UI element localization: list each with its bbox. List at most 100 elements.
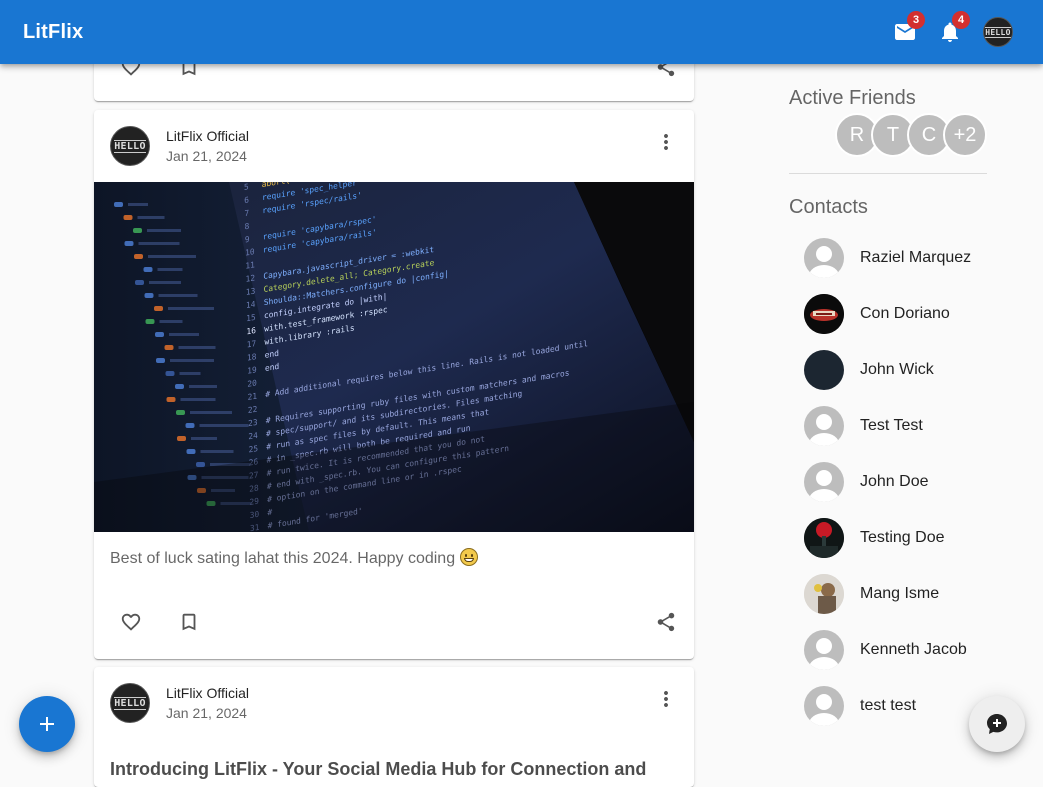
code-line-number: 8 bbox=[245, 222, 250, 232]
file-tree-icon bbox=[156, 358, 165, 363]
contact-name: Mang Isme bbox=[860, 585, 940, 602]
file-tree-icon bbox=[175, 384, 184, 389]
post-text: Best of luck sating lahat this 2024. Hap… bbox=[110, 548, 478, 569]
contact-avatar bbox=[804, 238, 844, 278]
file-tree-icon bbox=[135, 280, 144, 285]
code-line-number: 20 bbox=[247, 378, 257, 389]
file-tree-icon bbox=[114, 202, 123, 207]
contact-name: Raziel Marquez bbox=[860, 249, 972, 266]
code-line-number: 6 bbox=[244, 195, 249, 205]
file-tree-icon bbox=[134, 254, 143, 259]
contact-avatar bbox=[804, 294, 844, 334]
file-tree-icon bbox=[154, 306, 163, 311]
post-card: HELLO LitFlix Official Jan 21, 2024 5 6 … bbox=[94, 110, 694, 659]
contact-item[interactable]: Mang Isme bbox=[789, 566, 1029, 622]
share-button[interactable] bbox=[654, 610, 678, 634]
contact-avatar bbox=[804, 518, 844, 558]
contact-item[interactable]: Testing Doe bbox=[789, 510, 1029, 566]
post-author[interactable]: LitFlix Official bbox=[166, 126, 249, 146]
code-line-number: 12 bbox=[245, 273, 255, 284]
file-tree-icon bbox=[143, 267, 153, 272]
app-title[interactable]: LitFlix bbox=[23, 21, 83, 44]
post-card: HELLO LitFlix Official Jan 21, 2024 Intr… bbox=[94, 667, 694, 787]
file-tree-label bbox=[191, 437, 217, 440]
code-line-number: 18 bbox=[247, 352, 257, 363]
post-image[interactable]: 5abort("The Rails environment is running… bbox=[94, 182, 694, 532]
file-tree-label bbox=[137, 216, 165, 219]
heart-outline-icon bbox=[121, 613, 141, 631]
file-tree-label bbox=[158, 294, 198, 297]
file-tree-label bbox=[168, 307, 214, 310]
file-tree-label bbox=[148, 255, 196, 258]
account-button[interactable]: HELLO bbox=[980, 14, 1016, 50]
file-tree-label bbox=[179, 372, 201, 375]
file-tree-label bbox=[128, 203, 148, 206]
more-vertical-icon bbox=[664, 134, 668, 150]
active-friends-title: Active Friends bbox=[789, 87, 916, 109]
contact-item[interactable]: Con Doriano bbox=[789, 286, 1029, 342]
mail-button[interactable]: 3 bbox=[887, 11, 925, 50]
code-screen-image: 5abort("The Rails environment is running… bbox=[94, 182, 694, 532]
code-line-number: 7 bbox=[244, 208, 249, 218]
code-line-number: 11 bbox=[245, 260, 255, 271]
file-tree-label bbox=[170, 359, 214, 362]
divider bbox=[789, 173, 987, 174]
contact-name: test test bbox=[860, 697, 917, 714]
file-tree-label bbox=[190, 411, 232, 414]
more-friends-avatar[interactable]: +2 bbox=[943, 113, 987, 157]
contact-item[interactable]: Test Test bbox=[789, 398, 1029, 454]
create-post-fab[interactable] bbox=[19, 696, 75, 752]
file-tree-icon bbox=[164, 345, 174, 350]
contact-avatar bbox=[804, 462, 844, 502]
notifications-button[interactable]: 4 bbox=[932, 11, 970, 50]
file-tree-label bbox=[189, 385, 217, 388]
bookmark-button[interactable] bbox=[177, 610, 201, 634]
contact-item[interactable]: John Doe bbox=[789, 454, 1029, 510]
app-bar: LitFlix 3 4 HELLO bbox=[0, 0, 1043, 64]
contact-item[interactable]: Raziel Marquez bbox=[789, 230, 1029, 286]
contact-avatar bbox=[804, 574, 844, 614]
post-date: Jan 21, 2024 bbox=[166, 705, 247, 721]
file-tree-icon bbox=[124, 241, 134, 246]
code-line-number: 5 bbox=[244, 182, 249, 192]
contact-item[interactable]: John Wick bbox=[789, 342, 1029, 398]
file-tree-icon bbox=[145, 319, 155, 324]
file-tree-icon bbox=[144, 293, 154, 298]
file-tree-label bbox=[169, 333, 199, 336]
file-tree-label bbox=[149, 281, 181, 284]
code-line-number: 25 bbox=[248, 444, 258, 455]
post-header: HELLO LitFlix Official Jan 21, 2024 bbox=[110, 126, 249, 166]
code-line-number: 13 bbox=[246, 286, 256, 297]
like-button[interactable] bbox=[119, 610, 143, 634]
author-avatar[interactable]: HELLO bbox=[110, 683, 150, 723]
post-title: Introducing LitFlix - Your Social Media … bbox=[110, 759, 647, 779]
code-line-number: 24 bbox=[248, 431, 258, 442]
file-tree-label bbox=[159, 320, 183, 323]
contact-avatar bbox=[804, 630, 844, 670]
more-vertical-icon bbox=[664, 691, 668, 707]
contact-item[interactable]: Kenneth Jacob bbox=[789, 622, 1029, 678]
contact-avatar bbox=[804, 350, 844, 390]
contact-name: Kenneth Jacob bbox=[860, 641, 967, 658]
file-tree-label bbox=[147, 229, 181, 232]
post-menu-button[interactable] bbox=[654, 130, 678, 154]
file-tree-label bbox=[200, 450, 234, 453]
post-header: HELLO LitFlix Official Jan 21, 2024 bbox=[110, 683, 249, 723]
post-date: Jan 21, 2024 bbox=[166, 148, 247, 164]
contact-avatar bbox=[804, 406, 844, 446]
mail-badge: 3 bbox=[907, 11, 925, 29]
code-line-number: 9 bbox=[245, 235, 250, 245]
post-author[interactable]: LitFlix Official bbox=[166, 683, 249, 703]
bookmark-outline-icon bbox=[182, 613, 196, 631]
code-line-number: 23 bbox=[248, 418, 258, 429]
contact-name: Testing Doe bbox=[860, 529, 945, 546]
contact-name: John Wick bbox=[860, 361, 934, 378]
file-tree-icon bbox=[196, 462, 205, 467]
new-chat-fab[interactable] bbox=[969, 696, 1025, 752]
file-tree-label bbox=[138, 242, 180, 245]
file-tree-icon bbox=[123, 215, 133, 220]
add-comment-icon bbox=[987, 714, 1007, 734]
user-avatar: HELLO bbox=[983, 17, 1013, 47]
author-avatar[interactable]: HELLO bbox=[110, 126, 150, 166]
post-menu-button[interactable] bbox=[654, 687, 678, 711]
